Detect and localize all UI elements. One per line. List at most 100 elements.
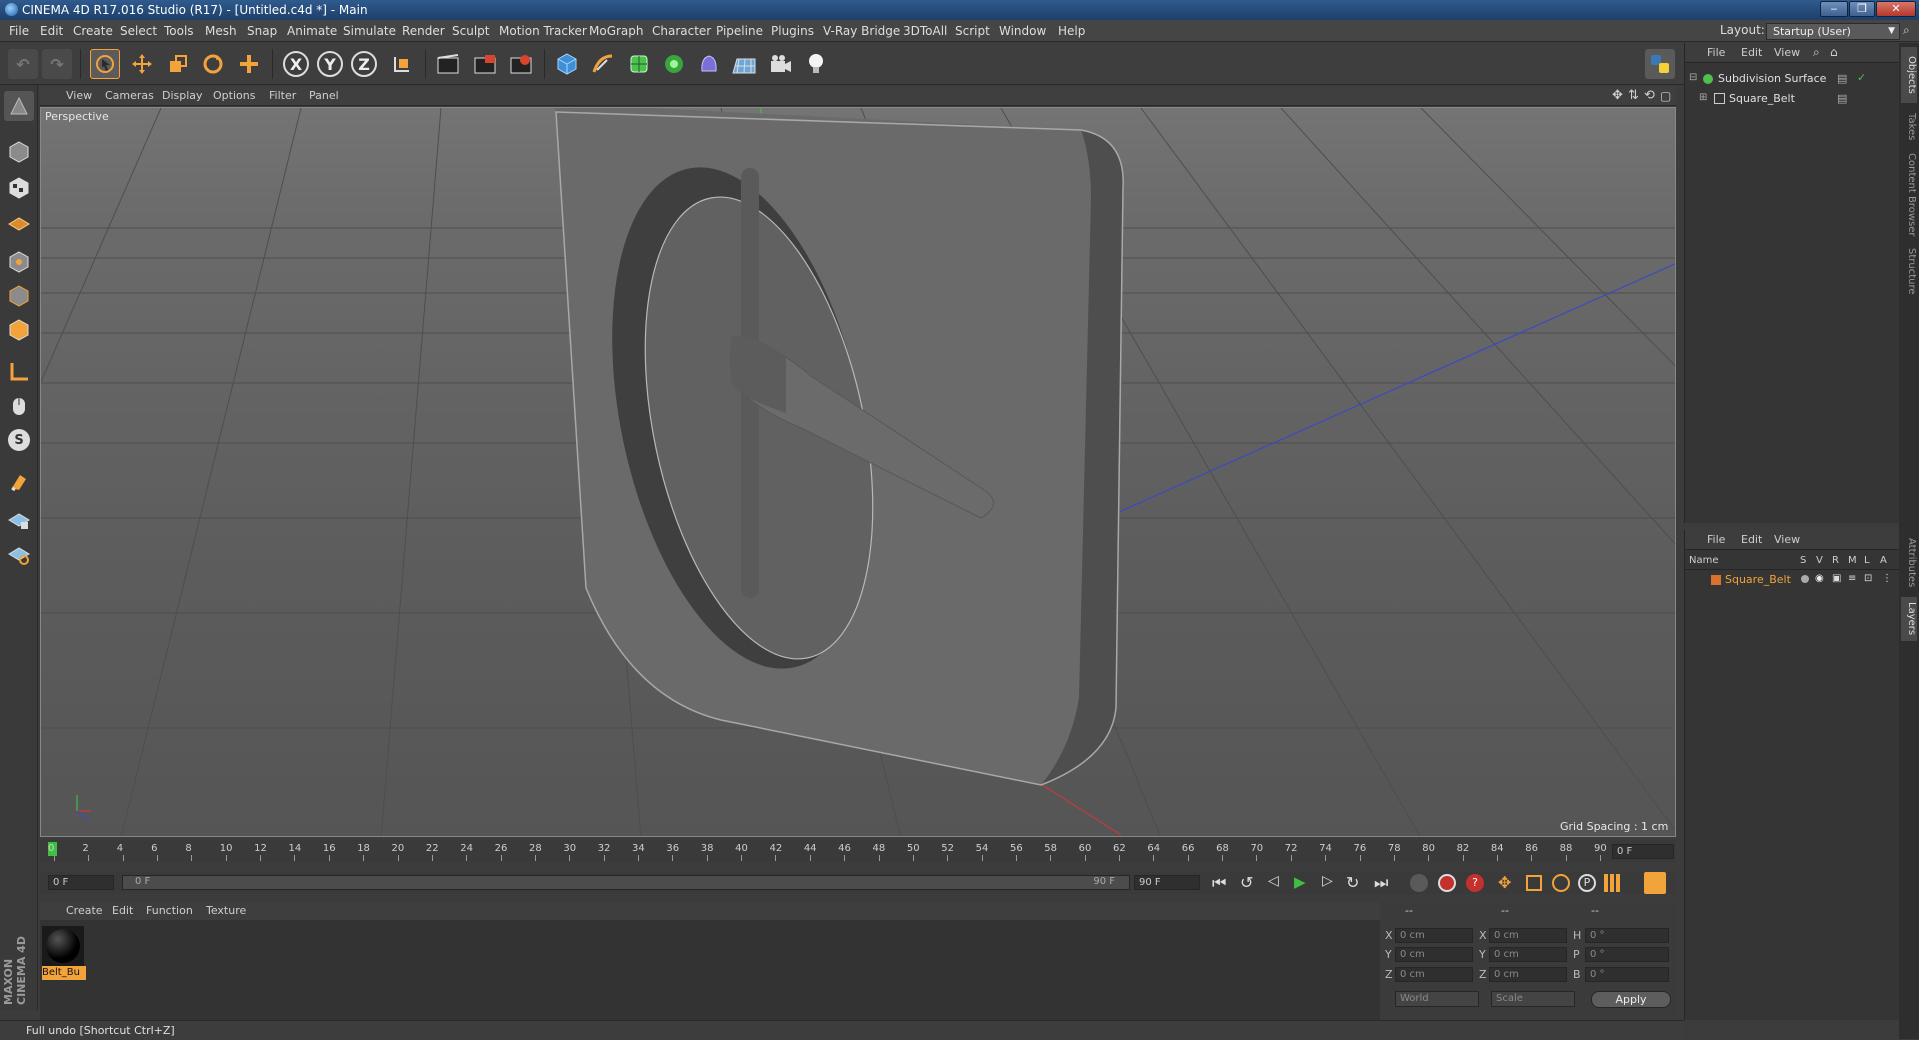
- key-pla-button[interactable]: [1604, 874, 1622, 892]
- minimize-button[interactable]: ‒: [1820, 1, 1848, 17]
- start-frame-field[interactable]: 0 F: [48, 875, 114, 890]
- menu-mograph[interactable]: MoGraph: [589, 20, 644, 42]
- goto-start-button[interactable]: ⏮: [1212, 873, 1226, 893]
- next-key-button[interactable]: ↻: [1346, 873, 1359, 892]
- position-z-field[interactable]: 0 cm: [1395, 967, 1473, 982]
- key-parameter-button[interactable]: P: [1578, 874, 1596, 892]
- undo-button[interactable]: ↶: [8, 49, 38, 79]
- viewport-menu-filter[interactable]: Filter: [269, 86, 296, 106]
- rotation-h-field[interactable]: 0 °: [1585, 928, 1669, 943]
- lock-icon[interactable]: ⊡: [1864, 573, 1872, 584]
- cube-button[interactable]: [552, 49, 582, 79]
- viewport-menu-cameras[interactable]: Cameras: [105, 86, 154, 106]
- camera-button[interactable]: [766, 49, 796, 79]
- orbit-icon[interactable]: ⟲: [1644, 86, 1655, 106]
- x-axis-button[interactable]: X: [281, 49, 311, 79]
- menu-character[interactable]: Character: [652, 20, 711, 42]
- coordinate-system-button[interactable]: [387, 49, 417, 79]
- expand-icon[interactable]: ⊟: [1689, 72, 1697, 83]
- tab-structure[interactable]: Structure: [1901, 243, 1917, 299]
- snap-button[interactable]: S: [4, 425, 34, 455]
- menu-vray-bridge[interactable]: V-Ray Bridge: [823, 20, 900, 42]
- tab-layers[interactable]: Layers: [1901, 597, 1917, 641]
- menu-select[interactable]: Select: [120, 20, 157, 42]
- close-button[interactable]: ✕: [1876, 1, 1916, 17]
- timeline-window-button[interactable]: [1644, 872, 1666, 894]
- viewport-menu-options[interactable]: Options: [213, 86, 255, 106]
- goto-end-button[interactable]: ⏭: [1374, 873, 1388, 893]
- scale-button[interactable]: [163, 49, 193, 79]
- maximize-view-icon[interactable]: ▢: [1660, 86, 1671, 106]
- floor-button[interactable]: [729, 49, 759, 79]
- workplane-mode-button[interactable]: [4, 207, 34, 237]
- redo-button[interactable]: ↷: [42, 49, 72, 79]
- size-y-field[interactable]: 0 cm: [1489, 947, 1567, 962]
- menu-create[interactable]: Create: [73, 20, 113, 42]
- menu-sculpt[interactable]: Sculpt: [452, 20, 489, 42]
- menu-simulate[interactable]: Simulate: [343, 20, 396, 42]
- menu-plugins[interactable]: Plugins: [771, 20, 814, 42]
- y-axis-button[interactable]: Y: [315, 49, 345, 79]
- search-icon[interactable]: ⌕: [1813, 45, 1820, 60]
- coord-mode-select[interactable]: World: [1395, 991, 1479, 1007]
- menu-edit[interactable]: Edit: [40, 20, 63, 42]
- viewport-menu-view[interactable]: View: [66, 86, 92, 106]
- locked-workplane-button[interactable]: [4, 505, 34, 535]
- tab-takes[interactable]: Takes: [1901, 107, 1917, 147]
- edit-tag-icon[interactable]: ▤: [1837, 72, 1847, 85]
- tab-attributes[interactable]: Attributes: [1901, 533, 1917, 593]
- material-menu-create[interactable]: Create: [66, 904, 103, 917]
- tab-objects[interactable]: Objects: [1901, 47, 1917, 103]
- points-mode-button[interactable]: [4, 247, 34, 277]
- dolly-icon[interactable]: ⇅: [1628, 86, 1639, 106]
- material-item[interactable]: Belt_Bu: [42, 926, 86, 982]
- polygons-mode-button[interactable]: [4, 315, 34, 345]
- manager-icon[interactable]: ≡: [1848, 573, 1856, 584]
- render-view-button[interactable]: [433, 49, 463, 79]
- key-position-button[interactable]: ✥: [1498, 873, 1511, 892]
- maximize-button[interactable]: ❐: [1849, 1, 1875, 17]
- menu-snap[interactable]: Snap: [247, 20, 277, 42]
- material-menu-function[interactable]: Function: [146, 904, 193, 917]
- home-icon[interactable]: ⌂: [1830, 45, 1838, 59]
- tab-content-browser[interactable]: Content Browser: [1901, 149, 1917, 241]
- object-row[interactable]: ⊟ Subdivision Surface ▤ ✓: [1685, 71, 1900, 89]
- deformer-button[interactable]: [694, 49, 724, 79]
- layer-menu-file[interactable]: File: [1707, 533, 1725, 546]
- animation-icon[interactable]: ⋮: [1882, 573, 1892, 584]
- prev-frame-button[interactable]: ◁: [1268, 873, 1279, 889]
- menu-animate[interactable]: Animate: [287, 20, 337, 42]
- object-menu-view[interactable]: View: [1774, 46, 1800, 59]
- viewport-menu-display[interactable]: Display: [162, 86, 203, 106]
- size-x-field[interactable]: 0 cm: [1489, 928, 1567, 943]
- checkmark-icon[interactable]: ✓: [1857, 71, 1866, 84]
- prev-key-button[interactable]: ↺: [1240, 873, 1253, 892]
- menu-file[interactable]: File: [9, 20, 29, 42]
- render-settings-button[interactable]: [506, 49, 536, 79]
- object-menu-edit[interactable]: Edit: [1741, 46, 1762, 59]
- menu-pipeline[interactable]: Pipeline: [716, 20, 763, 42]
- record-button[interactable]: [1438, 874, 1456, 892]
- key-scale-button[interactable]: [1526, 875, 1542, 891]
- rotation-b-field[interactable]: 0 °: [1585, 967, 1669, 982]
- play-button[interactable]: ▶: [1294, 873, 1306, 891]
- array-button[interactable]: [659, 49, 689, 79]
- menu-script[interactable]: Script: [955, 20, 990, 42]
- layout-select[interactable]: Startup (User) ▼: [1766, 23, 1900, 40]
- size-z-field[interactable]: 0 cm: [1489, 967, 1567, 982]
- texture-mode-button[interactable]: [4, 173, 34, 203]
- add-object-button[interactable]: [234, 49, 264, 79]
- menu-motion-tracker[interactable]: Motion Tracker: [499, 20, 587, 42]
- position-x-field[interactable]: 0 cm: [1395, 928, 1473, 943]
- menu-help[interactable]: Help: [1058, 20, 1085, 42]
- key-rotation-button[interactable]: [1552, 874, 1570, 892]
- axis-mode-button[interactable]: [4, 357, 34, 387]
- layer-menu-view[interactable]: View: [1774, 533, 1800, 546]
- menu-mesh[interactable]: Mesh: [205, 20, 237, 42]
- keyframe-selection-button[interactable]: [1410, 874, 1428, 892]
- position-y-field[interactable]: 0 cm: [1395, 947, 1473, 962]
- make-editable-button[interactable]: [4, 91, 34, 121]
- range-slider[interactable]: 0 F 90 F: [122, 875, 1130, 890]
- tweak-mode-button[interactable]: [4, 391, 34, 421]
- solo-icon[interactable]: [1801, 575, 1809, 583]
